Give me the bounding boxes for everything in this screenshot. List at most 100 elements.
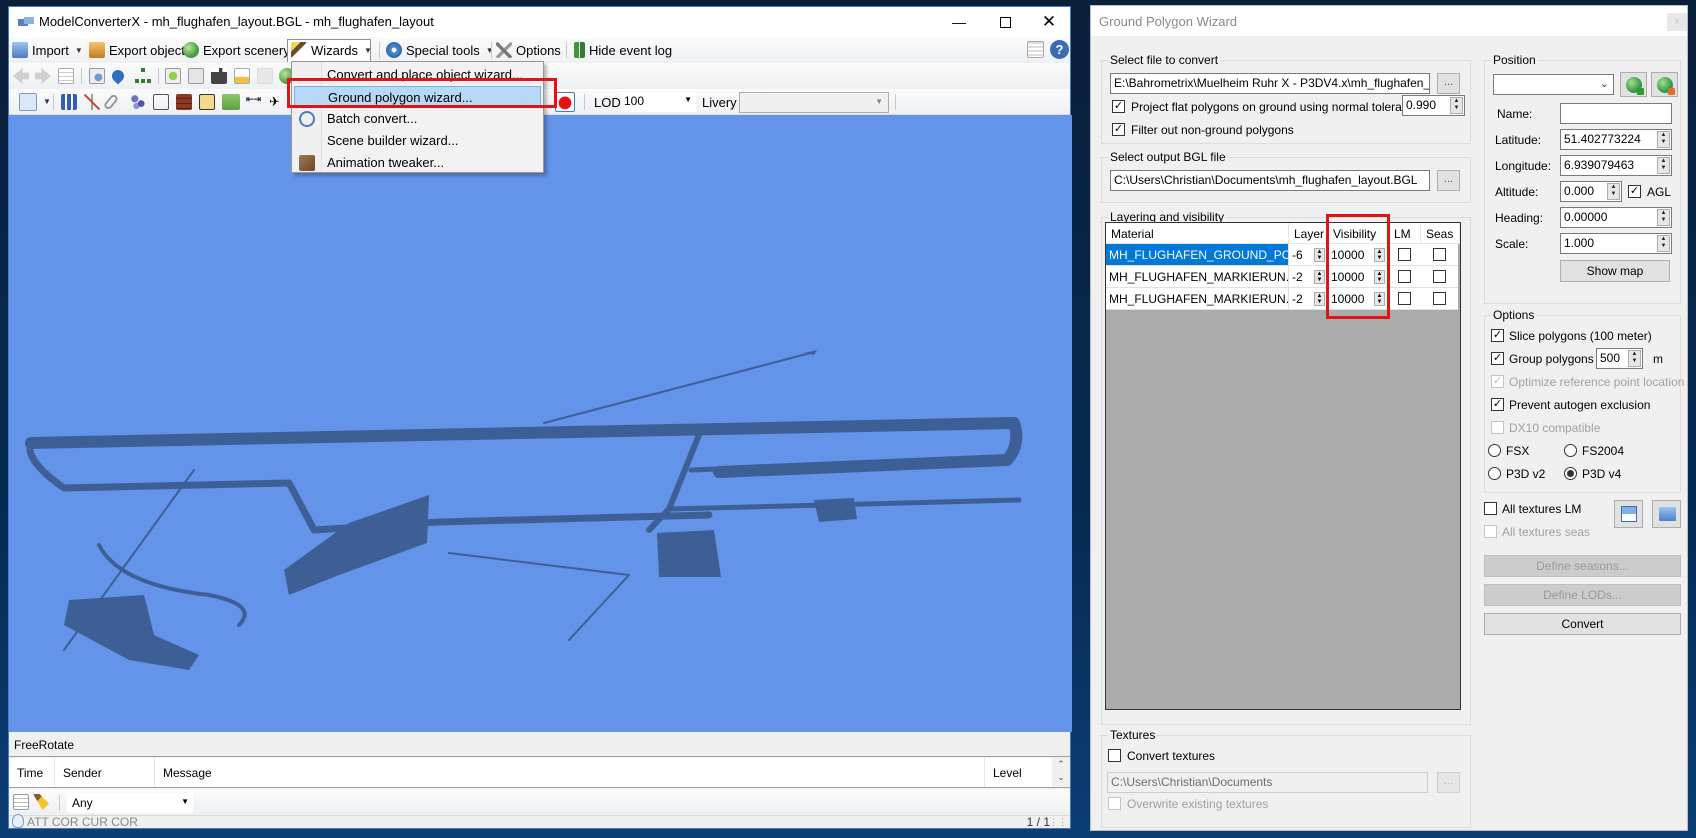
position-preset-select[interactable]: ⌄ xyxy=(1493,74,1614,95)
menu-item-batch-convert[interactable]: Batch convert... xyxy=(294,108,541,130)
map-pin-icon[interactable] xyxy=(109,67,127,85)
lm-checkbox[interactable] xyxy=(1398,248,1411,261)
maximize-button[interactable] xyxy=(982,7,1028,37)
column-header-seas[interactable]: Seas xyxy=(1421,223,1460,244)
document-icon[interactable] xyxy=(58,68,74,84)
optimize-reference-checkbox[interactable]: ✓ xyxy=(1491,375,1504,388)
table-row[interactable]: MH_FLUGHAFEN_MARKIERUN... -2 ▲ ▼ 10000 ▲ ▼ xyxy=(1106,288,1458,310)
material-cell[interactable]: MH_FLUGHAFEN_MARKIERUN... xyxy=(1106,288,1289,309)
layer-spinner-icon[interactable]: ▲ ▼ xyxy=(1314,292,1325,306)
scale-spinner[interactable]: 1.000 ▲ ▼ xyxy=(1560,233,1672,254)
solid-material-icon[interactable] xyxy=(199,94,215,110)
log-scrollbar[interactable]: ⌃ ⌄ xyxy=(1052,758,1070,787)
help-icon[interactable]: ? xyxy=(1050,40,1069,59)
seas-checkbox[interactable] xyxy=(1433,292,1446,305)
material-cell[interactable]: MH_FLUGHAFEN_GROUND_PO... xyxy=(1106,244,1289,265)
column-header-message[interactable]: Message xyxy=(155,758,985,787)
add-position-button[interactable] xyxy=(1620,72,1647,97)
paperclip-icon[interactable] xyxy=(102,93,120,111)
minimize-button[interactable]: — xyxy=(936,7,982,37)
altitude-spinner[interactable]: 0.000 ▲ ▼ xyxy=(1560,181,1622,202)
wrench-icon[interactable] xyxy=(188,68,204,84)
column-header-level[interactable]: Level xyxy=(985,758,1053,787)
3d-viewport[interactable] xyxy=(9,115,1072,732)
ground-icon[interactable] xyxy=(222,94,240,110)
menu-item-scene-builder-wizard[interactable]: Scene builder wizard... xyxy=(294,130,541,152)
livery-select[interactable]: ▼ xyxy=(739,92,889,113)
hide-event-log-button[interactable]: Hide event log xyxy=(574,41,672,59)
open-folder-button[interactable] xyxy=(1652,500,1681,528)
material-cell[interactable]: MH_FLUGHAFEN_MARKIERUN... xyxy=(1106,266,1289,287)
special-tools-button[interactable]: Special tools ▼ xyxy=(386,41,494,59)
export-scenery-button[interactable]: Export scenery xyxy=(183,41,290,59)
menu-item-animation-tweaker[interactable]: Animation tweaker... xyxy=(294,152,541,174)
sender-filter-select[interactable]: Any ▼ xyxy=(67,793,193,813)
convert-textures-checkbox[interactable] xyxy=(1108,749,1121,762)
dialog-close-button[interactable]: x xyxy=(1667,13,1687,31)
texture-icon[interactable] xyxy=(234,68,250,84)
spinner-arrows-icon[interactable]: ▲ ▼ xyxy=(1628,350,1641,367)
output-file-field[interactable]: C:\Users\Christian\Documents\mh_flughafe… xyxy=(1110,170,1430,191)
scroll-down-icon[interactable]: ⌄ xyxy=(1052,771,1070,784)
seas-checkbox[interactable] xyxy=(1433,270,1446,283)
scroll-up-icon[interactable]: ⌃ xyxy=(1052,758,1070,771)
brick-texture-icon[interactable] xyxy=(176,94,192,110)
heading-spinner[interactable]: 0.00000 ▲ ▼ xyxy=(1560,207,1672,228)
define-seasons-button[interactable]: Define seasons... xyxy=(1484,555,1681,577)
slice-polygons-checkbox[interactable]: ✓ xyxy=(1491,329,1504,342)
show-map-button[interactable]: Show map xyxy=(1560,260,1670,282)
export-object-button[interactable]: Export object xyxy=(89,41,185,59)
group-polygons-checkbox[interactable]: ✓ xyxy=(1491,352,1504,365)
particles-icon[interactable] xyxy=(130,94,146,110)
radio-p3d-v4[interactable] xyxy=(1564,467,1577,480)
resize-grip-icon[interactable]: ⋮⋮ xyxy=(1049,817,1067,828)
filter-non-ground-checkbox[interactable]: ✓ xyxy=(1112,123,1125,136)
seas-checkbox[interactable] xyxy=(1433,248,1446,261)
notepad-icon[interactable] xyxy=(13,794,29,810)
table-row[interactable]: MH_FLUGHAFEN_GROUND_PO... -6 ▲ ▼ 10000 ▲ ▼ xyxy=(1106,244,1458,266)
column-header-material[interactable]: Material xyxy=(1106,223,1289,244)
texture-folder-field[interactable]: C:\Users\Christian\Documents xyxy=(1107,772,1428,793)
column-header-layer[interactable]: Layer xyxy=(1289,223,1328,244)
define-lods-button[interactable]: Define LODs... xyxy=(1484,584,1681,606)
group-distance-spinner[interactable]: 500 ▲ ▼ xyxy=(1596,348,1643,369)
measure-icon[interactable]: ⇤⇥ xyxy=(246,94,264,110)
axes-icon[interactable] xyxy=(84,94,100,110)
wizards-button[interactable]: Wizards ▼ xyxy=(291,41,372,59)
layer-spinner-icon[interactable]: ▲ ▼ xyxy=(1314,270,1325,284)
prevent-autogen-checkbox[interactable]: ✓ xyxy=(1491,398,1504,411)
hierarchy-icon[interactable] xyxy=(135,68,151,84)
import-texture-settings-button[interactable] xyxy=(1614,500,1643,528)
options-button[interactable]: Options xyxy=(496,41,561,59)
convert-button[interactable]: Convert xyxy=(1484,613,1681,635)
wireframe-cube-icon[interactable] xyxy=(153,94,169,110)
spinner-arrows-icon[interactable]: ▲ ▼ xyxy=(1657,235,1670,252)
grid-icon[interactable] xyxy=(61,94,77,110)
import-button[interactable]: Import ▼ xyxy=(12,41,83,59)
browse-output-button[interactable]: ... xyxy=(1437,170,1460,191)
clapperboard-icon[interactable] xyxy=(211,68,227,84)
longitude-spinner[interactable]: 6.939079463 ▲ ▼ xyxy=(1560,155,1672,176)
all-textures-lm-checkbox[interactable] xyxy=(1484,502,1497,515)
project-flat-checkbox[interactable]: ✓ xyxy=(1112,100,1125,113)
lm-checkbox[interactable] xyxy=(1398,292,1411,305)
material-editor-icon[interactable] xyxy=(165,68,181,84)
browse-texture-folder-button[interactable]: ... xyxy=(1437,772,1460,793)
agl-checkbox[interactable]: ✓ xyxy=(1628,185,1641,198)
lod-select[interactable]: 100 ▼ xyxy=(621,92,696,112)
radio-fsx[interactable] xyxy=(1488,444,1501,457)
dx10-checkbox[interactable] xyxy=(1491,421,1504,434)
forward-arrow-icon[interactable] xyxy=(35,68,51,84)
spinner-arrows-icon[interactable]: ▲ ▼ xyxy=(1450,97,1463,114)
teapot-icon[interactable] xyxy=(555,92,575,112)
disabled-tool-icon[interactable] xyxy=(257,68,273,84)
spinner-arrows-icon[interactable]: ▲ ▼ xyxy=(1657,209,1670,226)
airplane-icon[interactable]: ✈ xyxy=(269,94,285,110)
tolerance-spinner[interactable]: 0.990 ▲ ▼ xyxy=(1402,95,1465,116)
layer-spinner-icon[interactable]: ▲ ▼ xyxy=(1314,248,1325,262)
column-header-time[interactable]: Time xyxy=(9,758,55,787)
latitude-spinner[interactable]: 51.402773224 ▲ ▼ xyxy=(1560,129,1672,150)
all-textures-seas-checkbox[interactable] xyxy=(1484,525,1497,538)
radio-p3d-v2[interactable] xyxy=(1488,467,1501,480)
column-header-sender[interactable]: Sender xyxy=(55,758,155,787)
